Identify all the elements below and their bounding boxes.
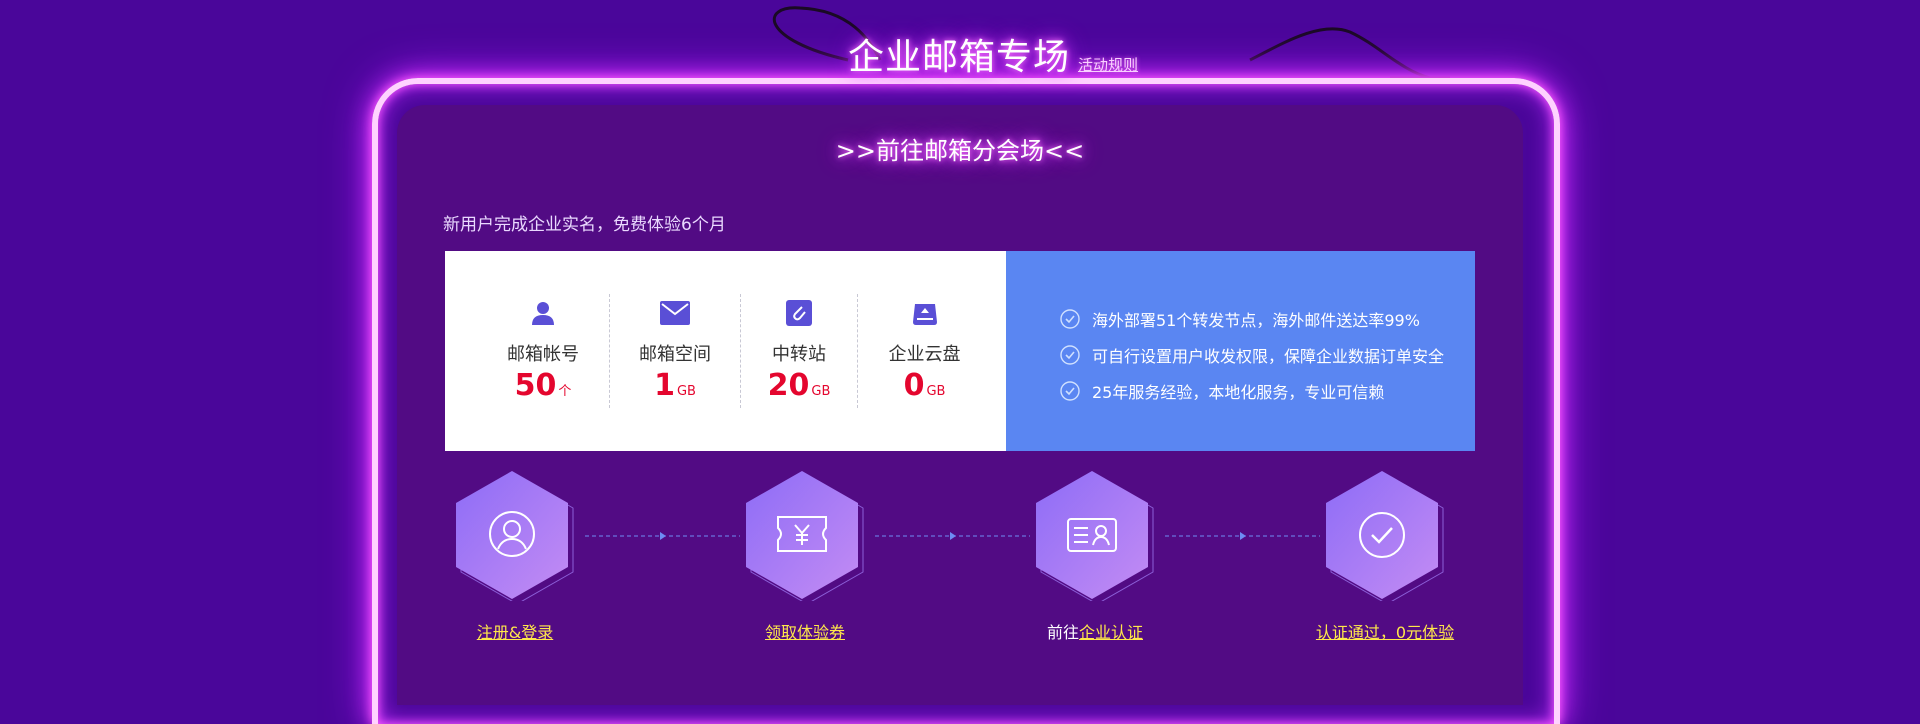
free-trial-link[interactable]: 认证通过，0元体验 (1316, 623, 1454, 642)
feature-card: 邮箱帐号 50 个 邮箱空间 1 GB 中转站 20 GB 企业云盘 0 GB (445, 251, 1006, 451)
check-circle-icon (1060, 381, 1080, 401)
step-coupon: 领取体验券 (685, 471, 925, 643)
get-coupon-link[interactable]: 领取体验券 (765, 623, 845, 642)
feature-cloud-drive: 企业云盘 0 GB (858, 294, 991, 408)
check-circle-icon (1060, 309, 1080, 329)
coupon-icon (777, 516, 827, 552)
feature-value: 20 GB (768, 368, 831, 403)
check-circle-icon (1359, 512, 1405, 558)
step-hexagon (1326, 471, 1444, 601)
step-prefix: 前往 (1046, 623, 1079, 642)
benefit-item: 可自行设置用户收发权限，保障企业数据订单安全 (1060, 337, 1475, 373)
id-card-icon (1067, 518, 1117, 552)
step-register: 注册&登录 (395, 471, 635, 643)
benefit-card: 海外部署51个转发节点，海外邮件送达率99% 可自行设置用户收发权限，保障企业数… (1006, 251, 1475, 451)
feature-number: 20 (767, 368, 810, 403)
feature-value: 0 GB (904, 368, 946, 403)
step-label: 前往企业认证 (975, 619, 1215, 643)
activity-rules-link[interactable]: 活动规则 (1078, 54, 1138, 75)
user-circle-icon (489, 511, 535, 557)
page-title: 企业邮箱专场 (848, 37, 1071, 78)
check-circle-icon (1060, 345, 1080, 365)
feature-label: 中转站 (772, 344, 826, 365)
feature-unit: GB (811, 384, 831, 399)
feature-unit: GB (676, 384, 696, 399)
register-login-link[interactable]: 注册&登录 (477, 623, 553, 642)
benefit-text: 可自行设置用户收发权限，保障企业数据订单安全 (1092, 347, 1445, 366)
feature-label: 邮箱空间 (639, 344, 711, 365)
feature-mail-space: 邮箱空间 1 GB (610, 294, 741, 408)
feature-value: 50 个 (515, 368, 572, 403)
step-verify: 前往企业认证 (975, 471, 1215, 643)
benefit-text: 25年服务经验，本地化服务，专业可信赖 (1092, 383, 1385, 402)
feature-number: 50 (514, 368, 557, 403)
promo-page: 企业邮箱专场 活动规则 >>前往邮箱分会场<< 新用户完成企业实名，免费体验6个… (0, 0, 1920, 724)
step-hexagon (746, 471, 864, 601)
step-free-trial: 认证通过，0元体验 (1265, 471, 1505, 643)
header: 企业邮箱专场 活动规则 (848, 34, 1138, 80)
email-venue-link[interactable]: >>前往邮箱分会场<< (0, 131, 1920, 166)
paperclip-icon (784, 298, 814, 328)
feature-unit: GB (926, 384, 946, 399)
mail-icon (660, 298, 690, 328)
company-verify-link[interactable]: 企业认证 (1079, 623, 1143, 642)
promo-text: 新用户完成企业实名，免费体验6个月 (443, 215, 726, 235)
step-hexagon (1036, 471, 1154, 601)
step-label: 认证通过，0元体验 (1265, 619, 1505, 643)
benefit-item: 海外部署51个转发节点，海外邮件送达率99% (1060, 301, 1475, 337)
feature-transfer-station: 中转站 20 GB (741, 294, 858, 408)
feature-value: 1 GB (654, 368, 696, 403)
step-hexagon (456, 471, 574, 601)
user-icon (528, 298, 558, 328)
feature-number: 1 (654, 368, 675, 403)
cloud-drive-icon (910, 298, 940, 328)
step-label: 领取体验券 (685, 619, 925, 643)
step-label: 注册&登录 (395, 619, 635, 643)
benefit-text: 海外部署51个转发节点，海外邮件送达率99% (1092, 311, 1420, 330)
feature-number: 0 (903, 368, 925, 403)
feature-label: 企业云盘 (888, 344, 961, 365)
feature-mail-accounts: 邮箱帐号 50 个 (477, 294, 610, 408)
feature-unit: 个 (558, 384, 572, 399)
feature-label: 邮箱帐号 (507, 344, 579, 365)
benefit-item: 25年服务经验，本地化服务，专业可信赖 (1060, 373, 1475, 409)
